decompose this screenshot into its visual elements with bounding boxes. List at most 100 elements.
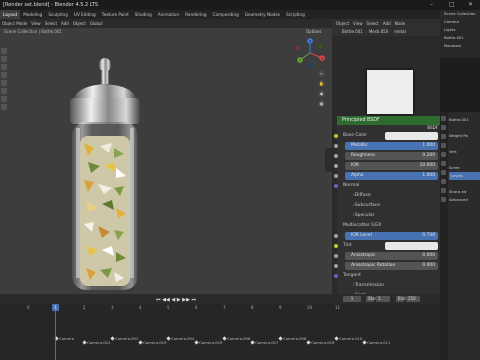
camera-marker[interactable]: Camera — [55, 336, 74, 341]
socket-icon[interactable] — [334, 234, 338, 238]
scene-icon[interactable] — [441, 134, 446, 139]
world-icon[interactable] — [441, 143, 446, 148]
tab-shading[interactable]: Shading — [132, 10, 155, 19]
socket-icon[interactable] — [334, 184, 338, 188]
properties-levels[interactable]: Levels — [449, 172, 480, 180]
color-swatch[interactable] — [385, 242, 438, 250]
socket-icon[interactable] — [334, 144, 338, 148]
camera-marker[interactable]: Camera.008 — [279, 336, 306, 341]
properties-vert[interactable]: Vert — [449, 148, 480, 156]
start-field[interactable]: 1 — [376, 296, 390, 302]
principled-bsdf-node[interactable]: Principled BSDF BSDF Base Color Metallic 1… — [334, 116, 440, 312]
pan-hand-icon[interactable]: ✋ — [318, 80, 325, 87]
camera-marker[interactable]: Camera.004 — [167, 336, 194, 341]
breadcrumb-mesh[interactable]: Mesh.050 — [369, 29, 388, 34]
bsdf-slider[interactable]: Anisotropic 0.000 — [345, 252, 438, 260]
shader-menu-add[interactable]: Add — [381, 19, 393, 28]
grid-icon[interactable]: ▦ — [318, 100, 325, 107]
tab-geometry-nodes[interactable]: Geometry Nodes — [242, 10, 283, 19]
bsdf-slider[interactable]: Alpha 1.000 — [345, 172, 438, 180]
camera-marker[interactable]: Camera.007 — [251, 340, 278, 345]
bsdf-slider[interactable]: Anisotropic Rotation 0.000 — [345, 262, 438, 270]
bsdf-title[interactable]: Principled BSDF — [337, 116, 440, 125]
playhead[interactable] — [55, 304, 56, 360]
properties-advanced[interactable]: Advanced — [449, 196, 480, 204]
navigation-gizmo[interactable]: X Y Z — [295, 38, 325, 68]
node-canvas[interactable]: Principled BSDF BSDF Base Color Metallic 1… — [332, 36, 440, 312]
socket-icon[interactable] — [334, 254, 338, 258]
camera-marker[interactable]: Camera.001 — [83, 340, 110, 345]
close-icon[interactable]: ✕ — [468, 0, 473, 10]
tab-layout[interactable]: Layout — [0, 10, 21, 19]
bsdf-panel-toggle[interactable]: ›Subsurface — [337, 201, 440, 211]
socket-icon[interactable] — [334, 134, 338, 138]
socket-icon[interactable] — [334, 174, 338, 178]
properties-object[interactable]: Bottle.001 — [449, 116, 480, 124]
tab-sculpting[interactable]: Sculpting — [45, 10, 71, 19]
breadcrumb-material[interactable]: metal — [394, 29, 406, 34]
sidebar-tab[interactable] — [325, 148, 332, 172]
constraints-icon[interactable] — [441, 179, 446, 184]
outliner-item[interactable]: Scene Collection — [440, 10, 480, 18]
camera-marker[interactable]: Camera.010 — [335, 336, 362, 341]
physics-icon[interactable] — [441, 170, 446, 175]
properties-weight[interactable]: Weight Pa — [449, 132, 480, 140]
playhead-frame[interactable]: 1 — [52, 304, 59, 311]
outliner-item[interactable]: Camera — [440, 18, 480, 26]
menu-select[interactable]: Select — [43, 19, 59, 28]
camera-marker[interactable]: Camera.002 — [111, 336, 138, 341]
color-swatch[interactable] — [385, 132, 438, 140]
data-icon[interactable] — [441, 188, 446, 193]
tab-rendering[interactable]: Rendering — [182, 10, 209, 19]
shader-menu-select[interactable]: Select — [365, 19, 381, 28]
distribution-select[interactable]: Multiscatter GGX — [337, 221, 440, 231]
bsdf-slider[interactable]: Roughness 0.200 — [345, 152, 438, 160]
bsdf-slider[interactable]: Metallic 1.000 — [345, 142, 438, 150]
tab-uv-editing[interactable]: UV Editing — [71, 10, 99, 19]
zoom-icon[interactable]: ⌕ — [318, 70, 325, 77]
outliner-item[interactable]: Macaroni — [440, 42, 480, 50]
bsdf-panel-toggle[interactable]: ›Specular — [337, 211, 440, 221]
breadcrumb-object[interactable]: Bottle.001 — [342, 29, 363, 34]
material-icon[interactable] — [441, 197, 446, 202]
bsdf-slider[interactable]: IOR 10.000 — [345, 162, 438, 170]
socket-icon[interactable] — [334, 264, 338, 268]
modifier-icon[interactable] — [441, 161, 446, 166]
outliner-item[interactable]: Bottle.001 — [440, 34, 480, 42]
socket-icon[interactable] — [334, 164, 338, 168]
maximize-icon[interactable]: □ — [449, 0, 455, 10]
tab-modeling[interactable]: Modeling — [20, 10, 45, 19]
camera-marker[interactable]: Camera.009 — [307, 340, 334, 345]
end-field[interactable]: 250 — [406, 296, 420, 302]
current-frame-field[interactable]: 1 — [343, 296, 361, 302]
bsdf-slider[interactable]: IOR Level 0.746 — [345, 232, 438, 240]
bsdf-panel-toggle[interactable]: ›Diffuse — [337, 191, 440, 201]
tab-texture-paint[interactable]: Texture Paint — [99, 10, 132, 19]
tab-compositing[interactable]: Compositing — [210, 10, 242, 19]
properties-sharp-edges[interactable]: Sharp ed — [449, 188, 480, 196]
render-icon[interactable] — [441, 116, 446, 121]
outliner-item[interactable]: Lights — [440, 26, 480, 34]
bsdf-panel-toggle[interactable]: ›Transmission — [337, 281, 440, 291]
properties-screen[interactable]: Scree — [449, 164, 480, 172]
menu-add[interactable]: Add — [59, 19, 71, 28]
socket-icon[interactable] — [334, 274, 338, 278]
3d-viewport[interactable]: Scene Collection | Bottle.001 Options X … — [0, 28, 332, 294]
output-icon[interactable] — [441, 125, 446, 130]
tab-animation[interactable]: Animation — [155, 10, 182, 19]
socket-icon[interactable] — [334, 244, 338, 248]
camera-marker[interactable]: Camera.006 — [223, 336, 250, 341]
socket-icon[interactable] — [334, 154, 338, 158]
shader-menu-view[interactable]: View — [351, 19, 365, 28]
minimize-icon[interactable]: – — [430, 0, 433, 10]
camera-marker[interactable]: Camera.005 — [195, 340, 222, 345]
object-icon[interactable] — [441, 152, 446, 157]
camera-marker[interactable]: Camera.003 — [139, 340, 166, 345]
camera-marker[interactable]: Camera.011 — [363, 340, 390, 345]
camera-view-icon[interactable]: ◉ — [318, 90, 325, 97]
transform-orientation[interactable]: Global — [88, 19, 105, 28]
shader-mode-select[interactable]: Object — [334, 19, 351, 28]
shader-menu-node[interactable]: Node — [393, 19, 407, 28]
mode-select[interactable]: Object Mode — [0, 19, 29, 28]
menu-object[interactable]: Object — [71, 19, 88, 28]
